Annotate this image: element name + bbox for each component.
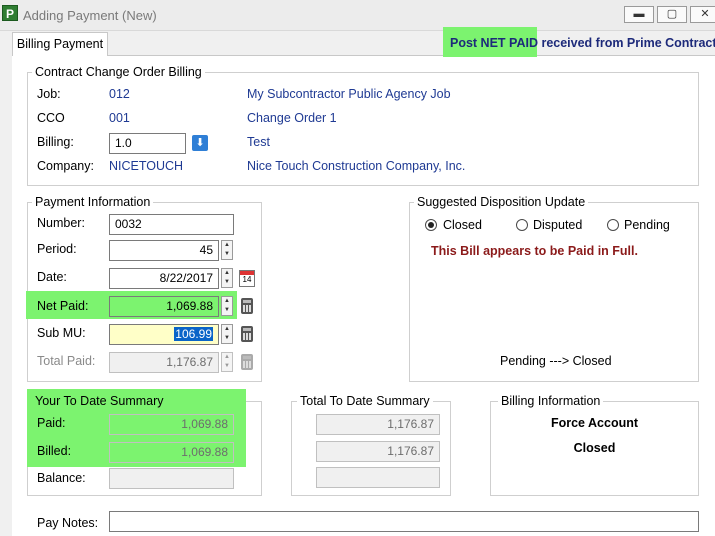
- close-button[interactable]: ✕: [690, 6, 715, 23]
- pay-notes-input[interactable]: [109, 511, 699, 532]
- company-code: NICETOUCH: [109, 159, 184, 173]
- maximize-button[interactable]: ▢: [657, 6, 687, 23]
- ytd-summary-title: Your To Date Summary: [35, 394, 164, 408]
- billing-name: Test: [247, 135, 270, 149]
- cco-code: 001: [109, 111, 130, 125]
- ytd-paid-label: Paid:: [37, 416, 66, 430]
- billing-info-line-2: Closed: [573, 441, 616, 455]
- date-label: Date:: [37, 270, 67, 284]
- window-title: Adding Payment (New): [23, 8, 157, 23]
- arrow-down-icon[interactable]: ⬇: [192, 135, 208, 151]
- job-name: My Subcontractor Public Agency Job: [247, 87, 451, 101]
- cco-name: Change Order 1: [247, 111, 337, 125]
- radio-pending[interactable]: [607, 219, 619, 231]
- period-input[interactable]: 45: [109, 240, 219, 261]
- ttd-value-2: 1,176.87: [316, 441, 440, 462]
- net-paid-label: Net Paid:: [37, 299, 89, 313]
- period-label: Period:: [37, 242, 77, 256]
- app-icon: P: [2, 5, 18, 21]
- cco-label: CCO: [37, 111, 65, 125]
- total-paid-spinner: ▲ ▼: [221, 352, 233, 372]
- job-code: 012: [109, 87, 130, 101]
- calendar-icon[interactable]: 14: [239, 270, 255, 287]
- disposition-title: Suggested Disposition Update: [414, 195, 589, 209]
- minimize-button[interactable]: ▬: [624, 6, 654, 23]
- ttd-value-1: 1,176.87: [316, 414, 440, 435]
- radio-closed-label: Closed: [443, 218, 482, 232]
- post-net-paid-banner: Post NET PAID received from Prime Contra…: [450, 36, 715, 50]
- calendar-day: 14: [242, 275, 252, 284]
- sub-mu-label: Sub MU:: [37, 326, 86, 340]
- calculator-icon: [241, 354, 253, 370]
- ytd-billed-value: 1,069.88: [109, 442, 234, 463]
- radio-pending-label: Pending: [624, 218, 670, 232]
- billing-input[interactable]: 1.0: [109, 133, 186, 154]
- cco-billing-title: Contract Change Order Billing: [32, 65, 205, 79]
- disposition-transition: Pending ---> Closed: [500, 354, 612, 368]
- ytd-balance-value: [109, 468, 234, 489]
- ttd-summary-title: Total To Date Summary: [297, 394, 433, 408]
- total-paid-label: Total Paid:: [37, 354, 96, 368]
- billing-label: Billing:: [37, 135, 74, 149]
- net-paid-spinner[interactable]: ▲ ▼: [221, 296, 233, 316]
- paid-in-full-message: This Bill appears to be Paid in Full.: [431, 244, 638, 258]
- pay-notes-label: Pay Notes:: [37, 516, 99, 530]
- calculator-icon[interactable]: [241, 326, 253, 342]
- radio-disputed[interactable]: [516, 219, 528, 231]
- calculator-icon[interactable]: [241, 298, 253, 314]
- banner-rest: received from Prime Contractor: [537, 36, 715, 50]
- banner-bold: Post NET PAID: [450, 36, 538, 50]
- ttd-value-3: [316, 467, 440, 488]
- radio-closed[interactable]: [425, 219, 437, 231]
- radio-disputed-label: Disputed: [533, 218, 583, 232]
- tab-billing-payment[interactable]: Billing Payment: [12, 32, 108, 56]
- sub-mu-input[interactable]: 106.99: [109, 324, 219, 345]
- company-label: Company:: [37, 159, 94, 173]
- ytd-balance-label: Balance:: [37, 471, 86, 485]
- billing-info-title: Billing Information: [498, 394, 604, 408]
- date-spinner[interactable]: ▲ ▼: [221, 268, 233, 288]
- net-paid-input[interactable]: 1,069.88: [109, 296, 219, 317]
- ytd-paid-value: 1,069.88: [109, 414, 234, 435]
- period-spinner[interactable]: ▲ ▼: [221, 240, 233, 260]
- sub-mu-selected-text: 106.99: [174, 327, 213, 341]
- sub-mu-spinner[interactable]: ▲ ▼: [221, 324, 233, 344]
- number-input[interactable]: 0032: [109, 214, 234, 235]
- number-label: Number:: [37, 216, 85, 230]
- job-label: Job:: [37, 87, 61, 101]
- ytd-billed-label: Billed:: [37, 444, 72, 458]
- total-paid-input: 1,176.87: [109, 352, 219, 373]
- billing-info-line-1: Force Account: [550, 416, 639, 430]
- company-name: Nice Touch Construction Company, Inc.: [247, 159, 466, 173]
- payment-info-title: Payment Information: [32, 195, 154, 209]
- date-input[interactable]: 8/22/2017: [109, 268, 219, 289]
